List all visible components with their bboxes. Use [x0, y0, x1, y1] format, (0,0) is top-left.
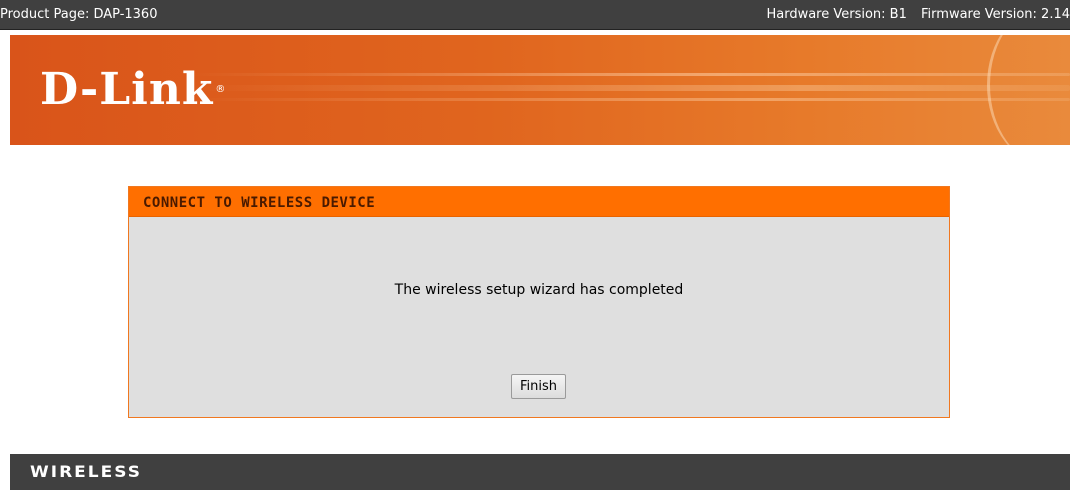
- dlink-logo: D-Link ®: [40, 65, 226, 115]
- panel-title: CONNECT TO WIRELESS DEVICE: [129, 187, 949, 217]
- product-page-label: Product Page: DAP-1360: [0, 7, 158, 22]
- connect-wireless-panel: CONNECT TO WIRELESS DEVICE The wireless …: [128, 186, 950, 418]
- banner-arc: [987, 35, 1070, 145]
- brand-banner: D-Link ®: [10, 35, 1070, 145]
- wizard-complete-message: The wireless setup wizard has completed: [394, 282, 684, 298]
- logo-text: D-Link: [40, 64, 214, 115]
- banner-streak: [190, 98, 1070, 101]
- page: Product Page: DAP-1360 Hardware Version:…: [0, 0, 1070, 490]
- logo-registered-mark: ®: [215, 84, 227, 95]
- firmware-version-label: Firmware Version: 2.14: [921, 7, 1070, 22]
- footer-wireless-label: WIRELESS: [30, 462, 142, 482]
- version-info: Hardware Version: B1 Firmware Version: 2…: [756, 0, 1070, 30]
- finish-button[interactable]: Finish: [511, 374, 566, 399]
- banner-streak: [190, 73, 1070, 76]
- hardware-version-label: Hardware Version: B1: [766, 7, 907, 22]
- footer-bar: WIRELESS: [10, 454, 1070, 490]
- banner-streak: [190, 85, 1070, 91]
- top-info-bar: Product Page: DAP-1360 Hardware Version:…: [0, 0, 1070, 30]
